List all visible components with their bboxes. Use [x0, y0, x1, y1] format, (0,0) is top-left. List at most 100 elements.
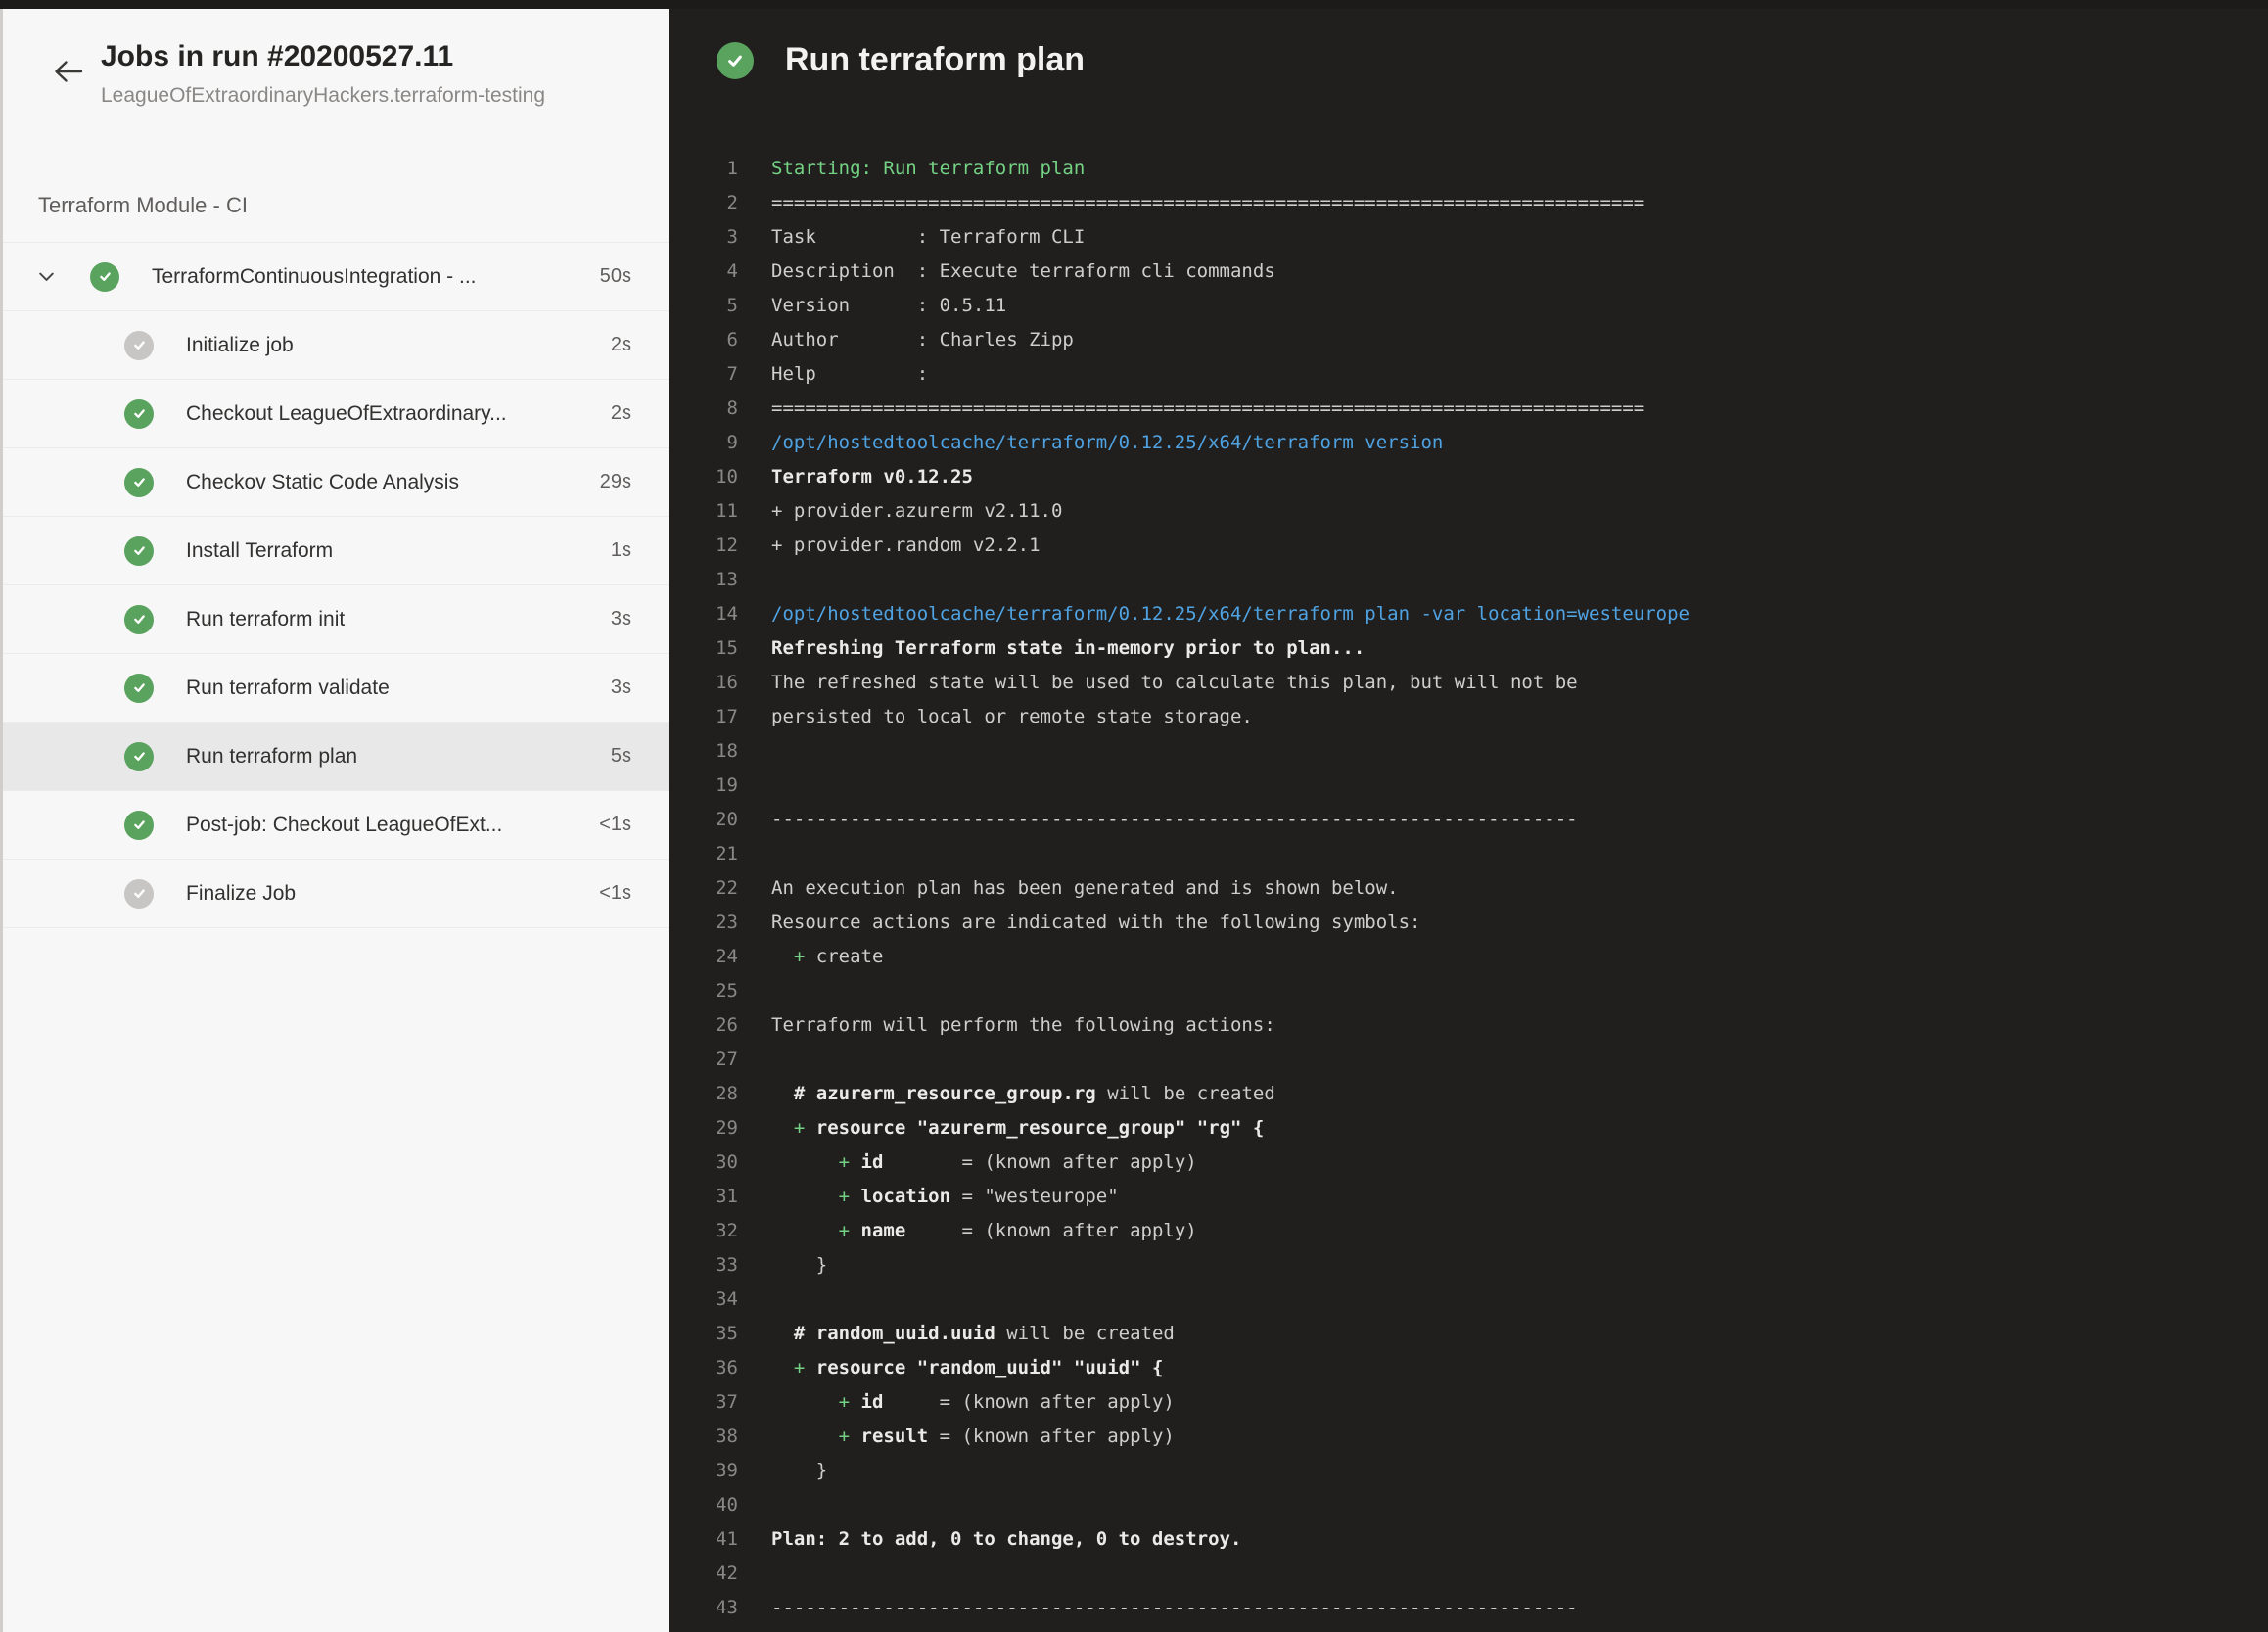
line-text: + resource "azurerm_resource_group" "rg"…	[738, 1111, 1264, 1145]
log-line: 28 # azurerm_resource_group.rg will be c…	[669, 1077, 2268, 1111]
step-row[interactable]: Install Terraform1s	[0, 517, 669, 585]
step-duration: 5s	[611, 745, 631, 768]
log-line: 36 + resource "random_uuid" "uuid" {	[669, 1351, 2268, 1385]
chevron-down-icon[interactable]	[35, 266, 57, 288]
line-text: /opt/hostedtoolcache/terraform/0.12.25/x…	[738, 426, 1443, 460]
step-label: Finalize Job	[186, 882, 587, 906]
step-row[interactable]: Run terraform plan 5s	[0, 723, 669, 791]
log-line: 33 }	[669, 1248, 2268, 1282]
step-row[interactable]: Post-job: Checkout LeagueOfExt... <1s	[0, 791, 669, 860]
line-text: + name = (known after apply)	[738, 1214, 1197, 1248]
jobs-sidebar: Jobs in run #20200527.11 LeagueOfExtraor…	[0, 9, 669, 1632]
step-label: Checkout LeagueOfExtraordinary...	[186, 402, 599, 426]
log-line: 29 + resource "azurerm_resource_group" "…	[669, 1111, 2268, 1145]
line-text: Task : Terraform CLI	[738, 220, 1085, 255]
step-label: Run terraform plan	[186, 745, 599, 769]
pipeline-name: LeagueOfExtraordinaryHackers.terraform-t…	[101, 83, 629, 109]
line-text: Refreshing Terraform state in-memory pri…	[738, 631, 1365, 666]
log-line: 2=======================================…	[669, 186, 2268, 220]
step-row[interactable]: Run terraform init3s	[0, 585, 669, 654]
success-check-icon	[717, 42, 754, 79]
stage-name: Terraform Module - CI	[38, 193, 248, 218]
step-label: Post-job: Checkout LeagueOfExt...	[186, 814, 587, 837]
log-line: 14/opt/hostedtoolcache/terraform/0.12.25…	[669, 597, 2268, 631]
line-text: # azurerm_resource_group.rg will be crea…	[738, 1077, 1275, 1111]
step-duration: 3s	[611, 676, 631, 699]
log-line: 12+ provider.random v2.2.1	[669, 529, 2268, 563]
line-number: 34	[669, 1282, 738, 1317]
log-line: 27	[669, 1043, 2268, 1077]
line-number: 20	[669, 803, 738, 837]
step-duration: 50s	[600, 265, 631, 288]
line-number: 10	[669, 460, 738, 494]
line-number: 7	[669, 357, 738, 392]
step-duration: 29s	[600, 471, 631, 493]
step-label: Run terraform init	[186, 608, 599, 631]
log-line: 4Description : Execute terraform cli com…	[669, 255, 2268, 289]
line-text	[738, 1282, 771, 1317]
line-text: The refreshed state will be used to calc…	[738, 666, 1578, 700]
line-number: 32	[669, 1214, 738, 1248]
line-number: 36	[669, 1351, 738, 1385]
back-button[interactable]	[49, 52, 88, 91]
log-line: 9/opt/hostedtoolcache/terraform/0.12.25/…	[669, 426, 2268, 460]
line-text: + resource "random_uuid" "uuid" {	[738, 1351, 1163, 1385]
line-number: 4	[669, 255, 738, 289]
line-text: Terraform v0.12.25	[738, 460, 973, 494]
sidebar-left-edge	[0, 9, 3, 1632]
log-line: 13	[669, 563, 2268, 597]
line-number: 9	[669, 426, 738, 460]
log-line: 1Starting: Run terraform plan	[669, 152, 2268, 186]
line-text	[738, 734, 771, 769]
line-number: 2	[669, 186, 738, 220]
line-text: + create	[738, 940, 883, 974]
line-text: # random_uuid.uuid will be created	[738, 1317, 1175, 1351]
step-row[interactable]: Initialize job2s	[0, 311, 669, 380]
line-number: 17	[669, 700, 738, 734]
log-output[interactable]: 1Starting: Run terraform plan2==========…	[669, 152, 2268, 1632]
log-line: 5Version : 0.5.11	[669, 289, 2268, 323]
line-text: + id = (known after apply)	[738, 1385, 1175, 1420]
line-text: Plan: 2 to add, 0 to change, 0 to destro…	[738, 1522, 1241, 1557]
line-text	[738, 1488, 771, 1522]
success-check-icon	[124, 674, 154, 703]
log-line: 43--------------------------------------…	[669, 1591, 2268, 1625]
success-check-icon	[124, 811, 154, 840]
job-step-list: TerraformContinuousIntegration - ...50sI…	[0, 242, 669, 928]
line-text: + result = (known after apply)	[738, 1420, 1175, 1454]
log-line: 18	[669, 734, 2268, 769]
step-row[interactable]: Checkout LeagueOfExtraordinary...2s	[0, 380, 669, 448]
success-check-icon	[124, 536, 154, 566]
line-text: + provider.random v2.2.1	[738, 529, 1041, 563]
log-line: 40	[669, 1488, 2268, 1522]
job-row[interactable]: TerraformContinuousIntegration - ...50s	[0, 243, 669, 311]
page-title: Jobs in run #20200527.11	[101, 38, 629, 75]
step-duration: <1s	[599, 814, 631, 836]
line-number: 16	[669, 666, 738, 700]
log-line: 26Terraform will perform the following a…	[669, 1008, 2268, 1043]
log-line: 3Task : Terraform CLI	[669, 220, 2268, 255]
step-row[interactable]: Finalize Job <1s	[0, 860, 669, 928]
log-line: 19	[669, 769, 2268, 803]
line-number: 24	[669, 940, 738, 974]
step-row[interactable]: Run terraform validate 3s	[0, 654, 669, 723]
sidebar-header: Jobs in run #20200527.11 LeagueOfExtraor…	[0, 38, 669, 109]
step-duration: <1s	[599, 882, 631, 905]
arrow-left-icon	[49, 52, 88, 91]
line-number: 12	[669, 529, 738, 563]
log-line: 20--------------------------------------…	[669, 803, 2268, 837]
neutral-check-icon	[124, 331, 154, 360]
step-label: Run terraform validate	[186, 676, 599, 700]
success-check-icon	[90, 262, 119, 292]
log-title: Run terraform plan	[785, 41, 1085, 79]
log-panel: Run terraform plan 1Starting: Run terraf…	[669, 0, 2268, 1632]
line-text: /opt/hostedtoolcache/terraform/0.12.25/x…	[738, 597, 1689, 631]
line-text	[738, 837, 771, 871]
line-text: An execution plan has been generated and…	[738, 871, 1399, 906]
line-number: 23	[669, 906, 738, 940]
line-number: 31	[669, 1180, 738, 1214]
line-number: 43	[669, 1591, 738, 1625]
log-line: 41Plan: 2 to add, 0 to change, 0 to dest…	[669, 1522, 2268, 1557]
line-number: 14	[669, 597, 738, 631]
step-row[interactable]: Checkov Static Code Analysis29s	[0, 448, 669, 517]
